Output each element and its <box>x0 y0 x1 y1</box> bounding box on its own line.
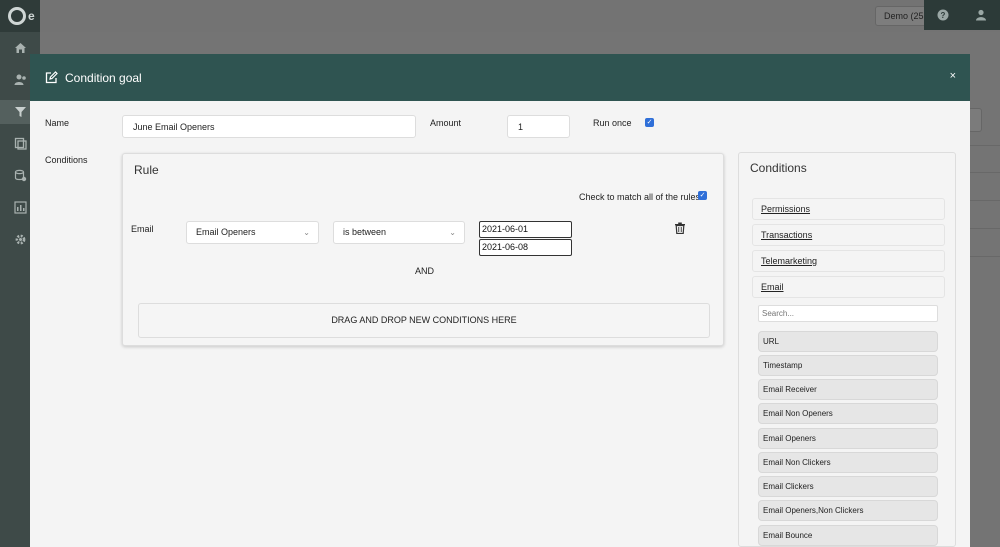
conditions-panel-title: Conditions <box>750 161 807 175</box>
logo-icon <box>8 7 26 25</box>
campaign-icon[interactable] <box>13 137 27 151</box>
reports-icon[interactable] <box>13 201 27 215</box>
category-transactions[interactable]: Transactions <box>752 224 945 246</box>
user-menu-button[interactable] <box>962 0 1000 30</box>
name-input[interactable] <box>122 115 416 138</box>
category-telemarketing[interactable]: Telemarketing <box>752 250 945 272</box>
condition-item-email-openers[interactable]: Email Openers <box>758 428 938 449</box>
rule-title: Rule <box>134 163 159 177</box>
condition-item-url[interactable]: URL <box>758 331 938 352</box>
category-email[interactable]: Email <box>752 276 945 298</box>
category-permissions[interactable]: Permissions <box>752 198 945 220</box>
condition-type-value: Email Openers <box>196 227 256 237</box>
close-button[interactable]: × <box>950 70 956 82</box>
condition-item-email-non-clickers[interactable]: Email Non Clickers <box>758 452 938 473</box>
modal-title: Condition goal <box>65 70 142 85</box>
run-once-label: Run once <box>593 118 632 128</box>
conditions-search-input[interactable] <box>758 305 938 322</box>
condition-item-email-non-openers[interactable]: Email Non Openers <box>758 403 938 424</box>
help-icon: ? <box>937 9 949 21</box>
edit-icon <box>45 71 58 84</box>
run-once-checkbox[interactable]: ✓ <box>645 118 654 127</box>
app-logo[interactable]: e <box>0 0 40 32</box>
modal-header: Condition goal × <box>30 54 970 101</box>
drop-zone[interactable]: DRAG AND DROP NEW CONDITIONS HERE <box>138 303 710 338</box>
match-all-checkbox[interactable]: ✓ <box>698 191 707 200</box>
operator-select[interactable]: is between ⌄ <box>333 221 465 244</box>
background-divider <box>968 256 1000 257</box>
condition-item-email-openers-non-clickers[interactable]: Email Openers,Non Clickers <box>758 500 938 521</box>
help-button[interactable]: ? <box>924 0 962 30</box>
amount-label: Amount <box>430 118 462 128</box>
conditions-label: Conditions <box>45 155 88 165</box>
match-all-label: Check to match all of the rules <box>579 192 701 202</box>
logo-text: e <box>28 9 35 23</box>
name-label: Name <box>45 118 70 128</box>
database-icon[interactable] <box>13 169 27 183</box>
conditions-panel: Conditions Permissions Transactions Tele… <box>738 152 956 547</box>
condition-item-email-bounce[interactable]: Email Bounce <box>758 525 938 546</box>
operator-value: is between <box>343 227 387 237</box>
trash-icon[interactable] <box>674 222 686 234</box>
chevron-down-icon: ⌄ <box>449 228 456 237</box>
background-button <box>968 108 982 132</box>
and-separator: AND <box>415 266 435 276</box>
chevron-down-icon: ⌄ <box>303 228 310 237</box>
settings-icon[interactable] <box>13 233 27 247</box>
condition-item-email-clickers[interactable]: Email Clickers <box>758 476 938 497</box>
condition-goal-modal: Condition goal × Name Amount Run once ✓ … <box>30 54 970 547</box>
svg-text:?: ? <box>941 11 946 20</box>
date-from-input[interactable]: 2021-06-01 <box>479 221 572 238</box>
background-divider <box>968 200 1000 201</box>
app-topbar: Demo (253) ⌄ ? <box>40 0 1000 32</box>
background-divider <box>968 172 1000 173</box>
condition-type-select[interactable]: Email Openers ⌄ <box>186 221 319 244</box>
users-icon[interactable] <box>13 73 27 87</box>
rule-row-label: Email <box>131 224 154 234</box>
filter-icon[interactable] <box>13 105 27 119</box>
amount-input[interactable] <box>507 115 570 138</box>
condition-item-email-receiver[interactable]: Email Receiver <box>758 379 938 400</box>
date-to-input[interactable]: 2021-06-08 <box>479 239 572 256</box>
condition-item-timestamp[interactable]: Timestamp <box>758 355 938 376</box>
home-icon[interactable] <box>13 41 27 55</box>
user-icon <box>976 9 986 21</box>
rule-panel: Rule Check to match all of the rules ✓ E… <box>122 153 724 346</box>
background-divider <box>968 145 1000 146</box>
background-divider <box>968 228 1000 229</box>
